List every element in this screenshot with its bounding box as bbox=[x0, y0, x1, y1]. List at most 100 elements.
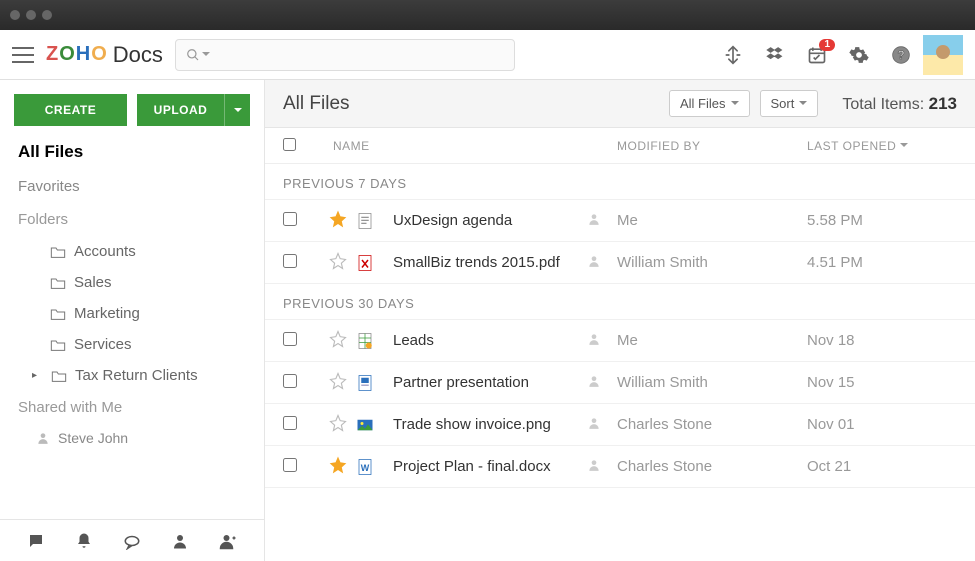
file-row[interactable]: Trade show invoice.png Charles Stone Nov… bbox=[265, 404, 975, 446]
menu-icon[interactable] bbox=[12, 47, 34, 63]
nav-folder[interactable]: Marketing bbox=[0, 298, 264, 329]
content-header: All Files All Files Sort Total Items: 21… bbox=[265, 80, 975, 128]
row-checkbox[interactable] bbox=[283, 332, 297, 346]
file-row[interactable]: SmallBiz trends 2015.pdf William Smith 4… bbox=[265, 242, 975, 284]
select-all-checkbox[interactable] bbox=[283, 138, 296, 151]
bell-icon[interactable] bbox=[75, 532, 93, 550]
folder-name: Sales bbox=[74, 274, 112, 291]
recycle-icon[interactable] bbox=[723, 45, 743, 65]
upload-dropdown-button[interactable] bbox=[224, 94, 250, 126]
sort-dropdown[interactable]: Sort bbox=[760, 90, 819, 117]
filter-dropdown[interactable]: All Files bbox=[669, 90, 750, 117]
folder-name: Marketing bbox=[74, 305, 140, 322]
nav-favorites[interactable]: Favorites bbox=[0, 170, 264, 203]
shared-user[interactable]: Steve John bbox=[0, 424, 264, 452]
file-last-opened: Nov 18 bbox=[807, 332, 957, 349]
table-header: NAME MODIFIED BY LAST OPENED bbox=[265, 128, 975, 164]
shared-indicator-icon bbox=[587, 416, 617, 433]
calendar-icon[interactable]: 1 bbox=[807, 45, 827, 65]
row-checkbox[interactable] bbox=[283, 212, 297, 226]
row-checkbox[interactable] bbox=[283, 416, 297, 430]
file-last-opened: Oct 21 bbox=[807, 458, 957, 475]
col-name-header[interactable]: NAME bbox=[323, 139, 617, 153]
sidebar-footer bbox=[0, 519, 264, 561]
file-type-icon bbox=[355, 415, 375, 435]
row-checkbox[interactable] bbox=[283, 458, 297, 472]
nav-all-files[interactable]: All Files bbox=[0, 140, 264, 170]
nav-folder[interactable]: Tax Return Clients bbox=[0, 360, 264, 391]
file-name[interactable]: Trade show invoice.png bbox=[393, 416, 587, 433]
file-last-opened: Nov 15 bbox=[807, 374, 957, 391]
shared-indicator-icon bbox=[587, 254, 617, 271]
folder-name: Services bbox=[74, 336, 132, 353]
person-icon[interactable] bbox=[171, 532, 189, 550]
file-name[interactable]: Project Plan - final.docx bbox=[393, 458, 587, 475]
window-close-dot[interactable] bbox=[10, 10, 20, 20]
file-row[interactable]: Partner presentation William Smith Nov 1… bbox=[265, 362, 975, 404]
file-last-opened: Nov 01 bbox=[807, 416, 957, 433]
nav-folder[interactable]: Sales bbox=[0, 267, 264, 298]
file-type-icon: W bbox=[355, 457, 375, 477]
file-name[interactable]: SmallBiz trends 2015.pdf bbox=[393, 254, 587, 271]
content-title: All Files bbox=[283, 93, 659, 115]
speech-icon[interactable] bbox=[123, 532, 141, 550]
file-row[interactable]: Leads Me Nov 18 bbox=[265, 320, 975, 362]
col-last-header[interactable]: LAST OPENED bbox=[807, 139, 957, 153]
star-icon[interactable] bbox=[329, 330, 349, 351]
shared-indicator-icon bbox=[587, 458, 617, 475]
row-checkbox[interactable] bbox=[283, 374, 297, 388]
file-modified-by: Me bbox=[617, 332, 807, 349]
window-max-dot[interactable] bbox=[42, 10, 52, 20]
total-items: Total Items: 213 bbox=[842, 94, 957, 114]
search-icon bbox=[186, 48, 200, 62]
chat-icon[interactable] bbox=[27, 532, 45, 550]
file-name[interactable]: UxDesign agenda bbox=[393, 212, 587, 229]
search-dropdown-caret[interactable] bbox=[202, 52, 210, 60]
window-min-dot[interactable] bbox=[26, 10, 36, 20]
file-modified-by: William Smith bbox=[617, 374, 807, 391]
file-type-icon bbox=[355, 373, 375, 393]
user-avatar[interactable] bbox=[923, 35, 963, 75]
file-name[interactable]: Partner presentation bbox=[393, 374, 587, 391]
file-type-icon bbox=[355, 331, 375, 351]
nav-folders-label: Folders bbox=[0, 203, 264, 236]
star-icon[interactable] bbox=[329, 252, 349, 273]
add-person-icon[interactable] bbox=[219, 532, 237, 550]
file-list: PREVIOUS 7 DAYS UxDesign agenda Me 5.58 … bbox=[265, 164, 975, 561]
folder-icon bbox=[50, 245, 66, 259]
shared-indicator-icon bbox=[587, 332, 617, 349]
star-icon[interactable] bbox=[329, 456, 349, 477]
group-header: PREVIOUS 7 DAYS bbox=[265, 164, 975, 200]
col-modified-header[interactable]: MODIFIED BY bbox=[617, 139, 807, 153]
row-checkbox[interactable] bbox=[283, 254, 297, 268]
notification-badge: 1 bbox=[819, 39, 835, 51]
search-input[interactable] bbox=[216, 47, 504, 63]
folder-icon bbox=[50, 307, 66, 321]
file-modified-by: William Smith bbox=[617, 254, 807, 271]
nav-folder[interactable]: Services bbox=[0, 329, 264, 360]
search-box[interactable] bbox=[175, 39, 515, 71]
person-icon bbox=[36, 431, 50, 445]
file-type-icon bbox=[355, 253, 375, 273]
folder-icon bbox=[51, 369, 67, 383]
svg-text:W: W bbox=[361, 462, 370, 472]
shared-user-name: Steve John bbox=[58, 430, 128, 446]
star-icon[interactable] bbox=[329, 372, 349, 393]
create-button[interactable]: CREATE bbox=[14, 94, 127, 126]
help-icon[interactable]: ? bbox=[891, 45, 911, 65]
file-modified-by: Charles Stone bbox=[617, 416, 807, 433]
file-row[interactable]: UxDesign agenda Me 5.58 PM bbox=[265, 200, 975, 242]
file-last-opened: 5.58 PM bbox=[807, 212, 957, 229]
star-icon[interactable] bbox=[329, 414, 349, 435]
gear-icon[interactable] bbox=[849, 45, 869, 65]
zoho-logo: ZOHO bbox=[46, 43, 107, 66]
file-name[interactable]: Leads bbox=[393, 332, 587, 349]
file-last-opened: 4.51 PM bbox=[807, 254, 957, 271]
file-type-icon bbox=[355, 211, 375, 231]
star-icon[interactable] bbox=[329, 210, 349, 231]
dropbox-icon[interactable] bbox=[765, 45, 785, 65]
upload-button[interactable]: UPLOAD bbox=[137, 94, 224, 126]
file-row[interactable]: W Project Plan - final.docx Charles Ston… bbox=[265, 446, 975, 488]
nav-folder[interactable]: Accounts bbox=[0, 236, 264, 267]
file-modified-by: Charles Stone bbox=[617, 458, 807, 475]
